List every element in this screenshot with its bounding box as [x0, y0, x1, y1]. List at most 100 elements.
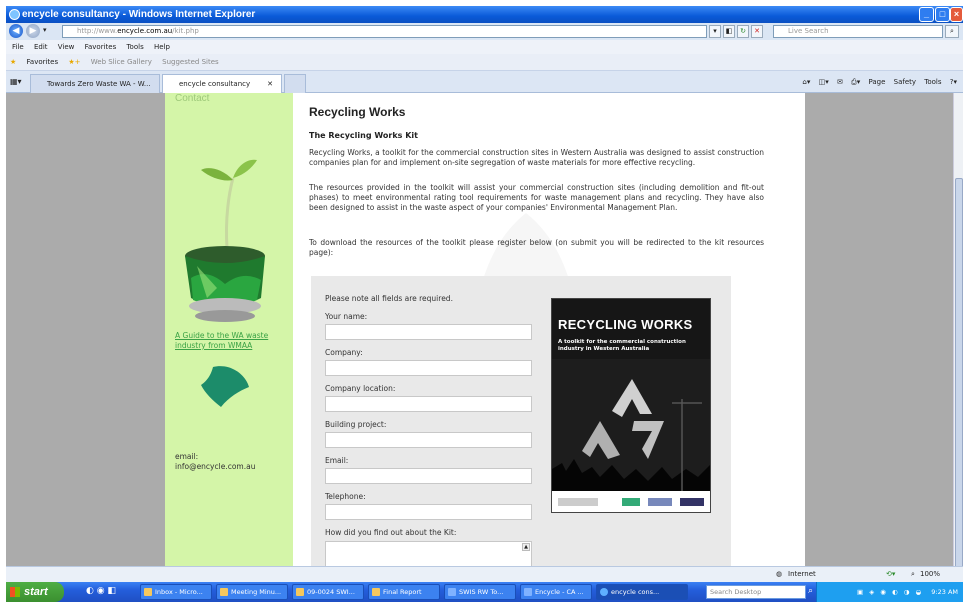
- tab-encycle-consultancy[interactable]: encycle consultancy ✕: [162, 74, 282, 93]
- feeds-icon[interactable]: ◫▾: [819, 78, 829, 86]
- quick-tabs-icon[interactable]: ▦▾: [10, 77, 22, 86]
- web-page: Contact A Guide to the WA waste industry…: [165, 93, 805, 566]
- tools-menu[interactable]: Tools: [924, 78, 941, 86]
- taskbar-item-09-0024[interactable]: 09-0024 SWI...: [292, 584, 364, 600]
- windows-logo-icon: [10, 587, 20, 597]
- telephone-field[interactable]: [325, 504, 532, 520]
- address-bar: ◀ ▶ ▾ http://www.encycle.com.au/kit.php …: [6, 23, 963, 40]
- start-label: start: [24, 586, 48, 598]
- cover-footer-logos: [552, 491, 710, 512]
- new-tab-button[interactable]: [284, 74, 306, 93]
- back-icon[interactable]: ◀: [9, 24, 23, 38]
- suggested-sites[interactable]: Suggested Sites: [162, 58, 219, 66]
- wmaa-guide-link[interactable]: A Guide to the WA waste industry from WM…: [175, 331, 290, 351]
- stop-icon[interactable]: ✕: [751, 25, 763, 38]
- safety-menu[interactable]: Safety: [894, 78, 916, 86]
- search-input[interactable]: Live Search: [773, 25, 943, 38]
- menu-file[interactable]: File: [12, 43, 24, 51]
- url-field[interactable]: http://www.encycle.com.au/kit.php: [62, 25, 707, 38]
- company-location-field[interactable]: [325, 396, 532, 412]
- section-heading: The Recycling Works Kit: [309, 131, 418, 140]
- name-label: Your name:: [325, 312, 368, 321]
- menu-favorites[interactable]: Favorites: [85, 43, 117, 51]
- security-zone[interactable]: Internet: [788, 567, 816, 582]
- crushed-can-sprout-image: [185, 159, 265, 322]
- name-field[interactable]: [325, 324, 532, 340]
- taskbar-item-meeting[interactable]: Meeting Minu...: [216, 584, 288, 600]
- page-viewport: Contact A Guide to the WA waste industry…: [6, 93, 953, 566]
- forward-icon[interactable]: ▶: [26, 24, 40, 38]
- url-domain: encycle.com.au: [117, 27, 173, 35]
- close-tab-icon[interactable]: ✕: [267, 75, 273, 93]
- compat-view-icon[interactable]: ▾: [709, 25, 721, 38]
- page-menu[interactable]: Page: [868, 78, 885, 86]
- quick-launch-icons[interactable]: ◐ ◉ ◧: [86, 586, 116, 596]
- refresh-icon[interactable]: ↻: [737, 25, 749, 38]
- tab-towards-zero-waste[interactable]: Towards Zero Waste WA - W...: [30, 74, 160, 93]
- zoom-level[interactable]: 100%: [920, 567, 940, 582]
- how-find-label: How did you find out about the Kit:: [325, 528, 457, 537]
- folder-icon: [220, 588, 228, 596]
- tray-icons[interactable]: ▣ ◈ ◉ ◐ ◑ ◒: [857, 588, 923, 596]
- tab-label: Towards Zero Waste WA - W...: [47, 80, 151, 88]
- print-icon[interactable]: ⎙▾: [851, 78, 860, 86]
- download-paragraph: To download the resources of the toolkit…: [309, 238, 764, 258]
- system-tray: ▣ ◈ ◉ ◐ ◑ ◒ 9:23 AM: [816, 582, 963, 602]
- email-field-label: Email:: [325, 456, 349, 465]
- desktop-search-icon[interactable]: ⌕: [808, 586, 813, 596]
- folder-icon: [372, 588, 380, 596]
- telephone-label: Telephone:: [325, 492, 366, 501]
- taskbar-item-final-report[interactable]: Final Report: [368, 584, 440, 600]
- tab-bar: ▦▾ Towards Zero Waste WA - W... encycle …: [6, 71, 963, 93]
- building-project-label: Building project:: [325, 420, 387, 429]
- left-sidebar: Contact A Guide to the WA waste industry…: [165, 93, 293, 566]
- url-path: /kit.php: [172, 27, 199, 35]
- zoom-icon: ⌕: [911, 570, 915, 578]
- taskbar: start ◐ ◉ ◧ Inbox - Micro... Meeting Min…: [6, 582, 963, 602]
- menu-bar: File Edit View Favorites Tools Help: [6, 40, 963, 54]
- taskbar-item-encycle-ca[interactable]: Encycle - CA ...: [520, 584, 592, 600]
- window-title: encycle consultancy - Windows Internet E…: [22, 9, 256, 20]
- favorites-button[interactable]: Favorites: [27, 58, 59, 66]
- internet-zone-icon: ◍: [776, 570, 783, 578]
- taskbar-item-swis-rw[interactable]: SWIS RW To...: [444, 584, 516, 600]
- email-field[interactable]: [325, 468, 532, 484]
- command-bar: ⌂▾ ◫▾ ✉ ⎙▾ Page Safety Tools ?▾: [796, 75, 957, 89]
- minimize-icon[interactable]: _: [919, 7, 934, 22]
- search-icon[interactable]: ⌕: [945, 25, 959, 38]
- taskbar-item-label: Encycle - CA ...: [535, 588, 584, 596]
- add-favorites-icon[interactable]: ★+: [68, 58, 80, 66]
- menu-help[interactable]: Help: [154, 43, 170, 51]
- taskbar-item-label: Meeting Minu...: [231, 588, 282, 596]
- company-field[interactable]: [325, 360, 532, 376]
- desktop-search-input[interactable]: Search Desktop: [706, 585, 806, 599]
- close-icon[interactable]: ×: [950, 7, 963, 22]
- scrollbar-thumb[interactable]: [955, 178, 963, 568]
- start-button[interactable]: start: [6, 582, 64, 602]
- maximize-icon[interactable]: □: [935, 7, 950, 22]
- building-project-field[interactable]: [325, 432, 532, 448]
- protected-mode-icon[interactable]: ⟲▾: [886, 567, 895, 582]
- taskbar-item-inbox[interactable]: Inbox - Micro...: [140, 584, 212, 600]
- web-slice-gallery[interactable]: Web Slice Gallery: [91, 58, 152, 66]
- clock: 9:23 AM: [931, 588, 958, 596]
- mail-icon[interactable]: ✉: [837, 78, 843, 86]
- menu-edit[interactable]: Edit: [34, 43, 48, 51]
- taskbar-item-label: SWIS RW To...: [459, 588, 504, 596]
- favorites-star-icon: ★: [10, 58, 17, 66]
- menu-view[interactable]: View: [58, 43, 75, 51]
- title-bar: encycle consultancy - Windows Internet E…: [6, 6, 963, 23]
- taskbar-item-encycle-cons[interactable]: encycle cons...: [596, 584, 688, 600]
- recycling-works-cover-image: RECYCLING WORKS A toolkit for the commer…: [551, 298, 711, 513]
- vertical-scrollbar[interactable]: [953, 93, 963, 568]
- ie-icon: [600, 588, 608, 596]
- leaf-logo-icon: [201, 366, 249, 407]
- help-icon[interactable]: ?▾: [950, 78, 957, 86]
- rss-icon[interactable]: ◧: [723, 25, 735, 38]
- textarea-scroll-up-icon[interactable]: ▲: [522, 543, 530, 551]
- how-find-textarea[interactable]: ▲: [325, 541, 532, 566]
- email-address[interactable]: info@encycle.com.au: [175, 462, 255, 472]
- history-dropdown-icon[interactable]: ▾: [43, 26, 47, 34]
- home-icon[interactable]: ⌂▾: [802, 78, 810, 86]
- menu-tools[interactable]: Tools: [126, 43, 143, 51]
